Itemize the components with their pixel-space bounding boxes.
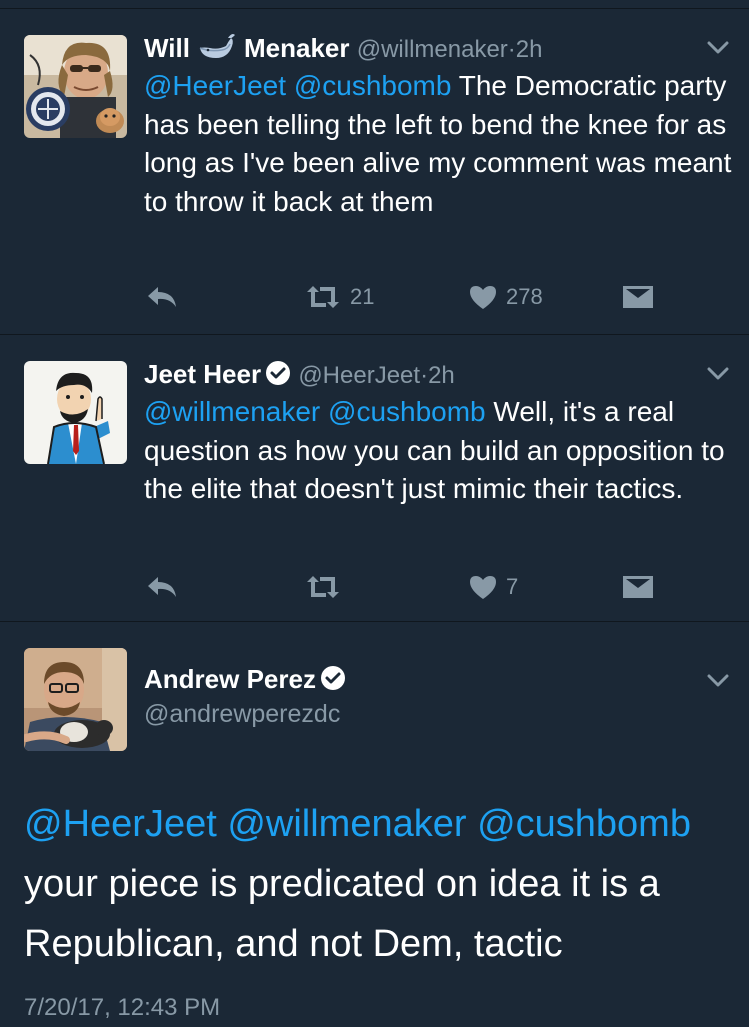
envelope-icon xyxy=(622,285,654,309)
tweet-header: Jeet Heer @HeerJeet·2h xyxy=(144,357,689,394)
tweet-header: Will Menaker @willmenaker·2h xyxy=(144,31,689,68)
display-name[interactable]: Andrew Perez xyxy=(144,664,316,694)
retweet-count: 21 xyxy=(350,284,375,309)
display-name[interactable]: Jeet Heer xyxy=(144,359,261,389)
timestamp[interactable]: 2h xyxy=(428,362,455,389)
heart-icon xyxy=(468,284,498,310)
reply-icon xyxy=(146,574,178,600)
whale-emoji-icon xyxy=(198,32,236,68)
display-name-suffix[interactable]: Menaker xyxy=(244,33,350,63)
action-bar: 7 xyxy=(0,567,749,607)
mentions[interactable]: @HeerJeet @willmenaker @cushbomb xyxy=(24,794,734,854)
avatar[interactable] xyxy=(24,361,127,464)
tweet-text: @HeerJeet @willmenaker @cushbomb your pi… xyxy=(24,794,734,974)
verified-badge-icon xyxy=(265,360,291,394)
reply-icon xyxy=(146,284,178,310)
avatar[interactable] xyxy=(24,35,127,138)
display-name[interactable]: Will xyxy=(144,33,190,63)
chevron-down-icon[interactable] xyxy=(707,41,729,60)
reply-button[interactable] xyxy=(146,567,178,607)
verified-badge-icon xyxy=(320,665,346,699)
like-button[interactable]: 7 xyxy=(468,567,518,607)
action-bar: 21 278 xyxy=(0,277,749,317)
direct-message-button[interactable] xyxy=(622,567,654,607)
tweet-text: @willmenaker @cushbomb Well, it's a real… xyxy=(144,393,734,509)
handle[interactable]: @willmenaker xyxy=(357,36,508,63)
retweet-icon xyxy=(304,574,342,600)
mentions[interactable]: @HeerJeet @cushbomb xyxy=(144,70,451,101)
tweet-detail[interactable]: Andrew Perez @andrewperezdc @HeerJeet @w… xyxy=(0,622,749,1027)
tweet-text: @HeerJeet @cushbomb The Democratic party… xyxy=(144,67,734,221)
handle[interactable]: @andrewperezdc xyxy=(144,700,340,729)
timeline: Will Menaker @willmenaker·2h @HeerJeet @c… xyxy=(0,0,749,1027)
like-button[interactable]: 278 xyxy=(468,277,543,317)
tweet-timestamp: 7/20/17, 12:43 PM xyxy=(24,994,221,1021)
tweet-body: your piece is predicated on idea it is a… xyxy=(24,863,660,965)
separator: · xyxy=(507,36,516,63)
tweet[interactable]: Jeet Heer @HeerJeet·2h @willmenaker @cus… xyxy=(0,335,749,622)
tweet-header: Andrew Perez xyxy=(144,662,689,699)
like-count: 7 xyxy=(506,574,519,599)
chevron-down-icon[interactable] xyxy=(707,367,729,386)
retweet-button[interactable]: 21 xyxy=(304,277,374,317)
avatar[interactable] xyxy=(24,648,127,751)
timestamp[interactable]: 2h xyxy=(516,36,543,63)
retweet-button[interactable] xyxy=(304,567,342,607)
reply-button[interactable] xyxy=(146,277,178,317)
like-count: 278 xyxy=(506,284,543,309)
direct-message-button[interactable] xyxy=(622,277,654,317)
heart-icon xyxy=(468,574,498,600)
retweet-icon xyxy=(304,284,342,310)
chevron-down-icon[interactable] xyxy=(707,674,729,693)
mentions[interactable]: @willmenaker @cushbomb xyxy=(144,396,486,427)
tweet[interactable]: Will Menaker @willmenaker·2h @HeerJeet @c… xyxy=(0,9,749,335)
handle[interactable]: @HeerJeet xyxy=(298,362,420,389)
separator: · xyxy=(420,362,429,389)
envelope-icon xyxy=(622,575,654,599)
